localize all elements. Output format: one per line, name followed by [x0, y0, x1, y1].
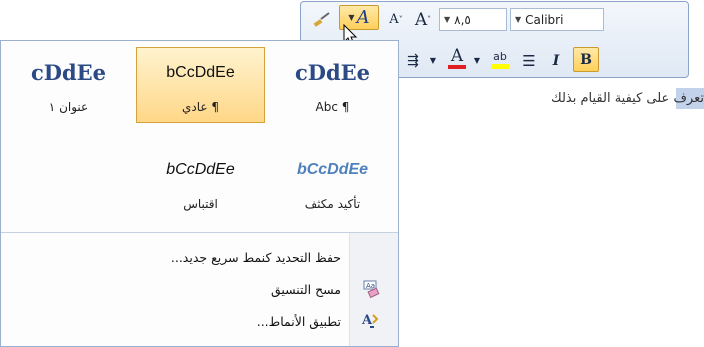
center-align-button[interactable]: ☰	[517, 48, 541, 73]
menu-item-save-as-quick-style[interactable]: حفظ التحديد كنمط سريع جديد...	[1, 243, 397, 271]
font-size-value: ٨,٥	[454, 12, 471, 27]
font-name-value: Calibri	[525, 12, 564, 27]
style-label: ¶ Abc	[315, 100, 350, 114]
bold-icon: B	[580, 51, 592, 68]
style-label: تأكيد مكثف	[304, 197, 361, 211]
style-tile-abc[interactable]: cDdEe ¶ Abc	[268, 47, 397, 123]
style-preview: cDdEe	[30, 60, 107, 85]
chevron-down-icon: ▼	[348, 13, 355, 22]
format-painter-icon	[313, 11, 330, 27]
chevron-down-icon: ▼	[429, 56, 437, 65]
font-color-dropdown-button[interactable]: ▼	[471, 48, 483, 73]
highlight-button[interactable]: ab	[487, 46, 513, 71]
highlight-bar	[491, 63, 509, 69]
bold-button[interactable]: B	[573, 47, 599, 72]
menu-item-label: تطبيق الأنماط...	[256, 313, 341, 329]
style-tile-intense-emphasis[interactable]: bCcDdEe تأكيد مكثف	[268, 144, 397, 220]
style-tile-quote[interactable]: bCcDdEe اقتباس	[136, 144, 265, 220]
highlight-icon: ab	[493, 49, 507, 63]
italic-button[interactable]: I	[545, 48, 567, 73]
font-size-combo[interactable]: ▼ ٨,٥	[439, 8, 507, 31]
shrink-font-button[interactable]: A ˅	[385, 7, 407, 32]
chevron-down-icon: ▼	[473, 56, 481, 65]
shrink-font-icon: A	[389, 12, 399, 27]
quick-styles-gallery: cDdEe عنوان ١ bCcDdEe ¶ عادي cDdEe ¶ Abc…	[0, 40, 399, 347]
style-preview: bCcDdEe	[296, 161, 369, 178]
font-name-combo[interactable]: ▼ Calibri	[510, 8, 604, 31]
center-align-icon: ☰	[522, 51, 536, 70]
menu-item-apply-styles[interactable]: تطبيق الأنماط... A	[1, 307, 397, 335]
svg-text:A: A	[361, 313, 373, 328]
svg-text:Aa: Aa	[366, 282, 375, 290]
format-painter-button[interactable]	[309, 7, 335, 32]
document-body-text: تعرف على كيفية القيام بذلك	[551, 91, 704, 106]
style-preview: bCcDdEe	[166, 64, 235, 81]
style-label: اقتباس	[183, 197, 218, 211]
indent-dropdown-button[interactable]: ▼	[427, 48, 439, 73]
grow-font-icon: A	[414, 9, 428, 30]
italic-icon: I	[552, 52, 560, 69]
indent-icon: ⇶	[407, 52, 419, 69]
gallery-divider	[1, 232, 398, 233]
font-color-icon: A	[450, 46, 464, 66]
indent-button[interactable]: ⇶	[401, 48, 425, 73]
style-label: عنوان ١	[48, 100, 89, 114]
menu-item-clear-formatting[interactable]: مسح التنسيق Aa	[1, 275, 397, 303]
grow-font-button[interactable]: A ˄	[411, 7, 435, 32]
style-label: ¶ عادي	[181, 100, 219, 114]
chevron-down-icon: ▼	[444, 15, 451, 24]
menu-item-label: حفظ التحديد كنمط سريع جديد...	[170, 249, 341, 265]
style-preview: bCcDdEe	[166, 161, 235, 178]
font-color-button[interactable]: A	[445, 46, 469, 71]
style-tile-normal[interactable]: bCcDdEe ¶ عادي	[136, 47, 265, 123]
font-color-bar	[448, 65, 466, 69]
style-preview: cDdEe	[294, 60, 371, 85]
menu-item-label: مسح التنسيق	[270, 281, 341, 297]
apply-styles-icon: A	[361, 311, 381, 331]
chevron-down-icon: ▼	[515, 15, 522, 24]
style-tile-heading-1[interactable]: cDdEe عنوان ١	[4, 47, 133, 123]
eraser-icon: Aa	[361, 279, 381, 299]
